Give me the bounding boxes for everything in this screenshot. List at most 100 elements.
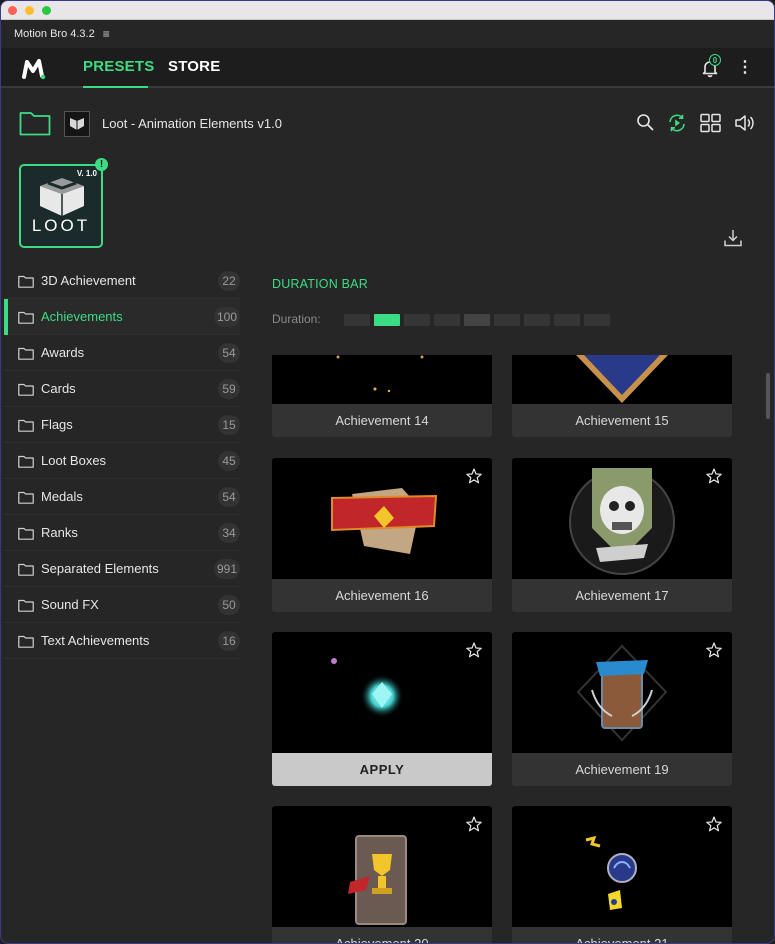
pack-header: Loot - Animation Elements v1.0 <box>1 106 774 142</box>
sidebar-item-separated-elements[interactable]: Separated Elements 991 <box>4 551 240 587</box>
sidebar-item-count: 54 <box>218 343 240 363</box>
preset-card[interactable]: Achievement 17 <box>512 458 732 612</box>
preset-thumbnail <box>272 355 492 404</box>
duration-segment[interactable] <box>524 314 550 326</box>
preset-card[interactable]: Achievement 20 <box>272 806 492 943</box>
duration-segment[interactable] <box>494 314 520 326</box>
pack-card[interactable]: V. 1.0 LOOT <box>19 164 103 248</box>
app-title: Motion Bro 4.3.2 <box>14 28 95 40</box>
zoom-window-button[interactable] <box>42 5 51 15</box>
volume-icon[interactable] <box>734 113 756 133</box>
folder-icon[interactable] <box>19 110 51 136</box>
sidebar-item-count: 15 <box>218 415 240 435</box>
sidebar-item-count: 45 <box>218 451 240 471</box>
grid-view-icon[interactable] <box>700 113 721 133</box>
sidebar-item-label: Awards <box>41 345 85 360</box>
duration-segment[interactable] <box>404 314 430 326</box>
preset-thumbnail <box>272 632 492 753</box>
duration-segment[interactable] <box>554 314 580 326</box>
preset-label: Achievement 21 <box>512 927 732 943</box>
star-icon[interactable] <box>706 468 722 484</box>
motion-bro-logo[interactable] <box>22 58 46 80</box>
sidebar-item-3d-achievement[interactable]: 3D Achievement 22 <box>4 263 240 299</box>
sidebar-item-label: Ranks <box>41 525 78 540</box>
star-icon[interactable] <box>466 468 482 484</box>
duration-segment[interactable] <box>434 314 460 326</box>
star-icon[interactable] <box>706 642 722 658</box>
preset-thumbnail <box>512 632 732 753</box>
folder-icon <box>18 491 34 504</box>
folder-icon <box>18 455 34 468</box>
sidebar-item-sound-fx[interactable]: Sound FX 50 <box>4 587 240 623</box>
sidebar-item-count: 34 <box>218 523 240 543</box>
preset-card[interactable]: Achievement 15 <box>512 355 732 437</box>
folder-icon <box>18 419 34 432</box>
duration-segment[interactable] <box>344 314 370 326</box>
title-bar <box>1 1 774 20</box>
sidebar-item-cards[interactable]: Cards 59 <box>4 371 240 407</box>
preset-card[interactable]: Achievement 14 <box>272 355 492 437</box>
folder-icon <box>18 383 34 396</box>
pack-thumbnail <box>64 111 90 137</box>
sidebar-item-count: 59 <box>218 379 240 399</box>
folder-icon <box>18 563 34 576</box>
sidebar-item-achievements[interactable]: Achievements 100 <box>4 299 240 335</box>
update-badge: ! <box>95 158 108 171</box>
sidebar-item-count: 22 <box>218 271 240 291</box>
preset-thumbnail <box>512 806 732 927</box>
preset-card[interactable]: Achievement 21 <box>512 806 732 943</box>
duration-segment-active[interactable] <box>374 314 400 326</box>
duration-segment[interactable] <box>584 314 610 326</box>
preset-card[interactable]: APPLY <box>272 632 492 786</box>
preset-card[interactable]: Achievement 16 <box>272 458 492 612</box>
sidebar-item-label: Achievements <box>41 309 123 324</box>
preset-grid: Achievement 14 Achievement 15 Achievemen… <box>256 355 756 943</box>
sidebar-item-label: Flags <box>41 417 73 432</box>
category-sidebar: 3D Achievement 22 Achievements 100 Award… <box>4 263 240 659</box>
sidebar-item-label: Text Achievements <box>41 633 150 648</box>
folder-icon <box>18 311 34 324</box>
sidebar-item-count: 100 <box>213 307 240 327</box>
sidebar-item-label: Separated Elements <box>41 561 159 576</box>
preset-label: Achievement 14 <box>335 413 429 428</box>
folder-icon <box>18 275 34 288</box>
sidebar-item-loot-boxes[interactable]: Loot Boxes 45 <box>4 443 240 479</box>
close-window-button[interactable] <box>8 5 17 15</box>
sidebar-item-text-achievements[interactable]: Text Achievements 16 <box>4 623 240 659</box>
folder-icon <box>18 347 34 360</box>
section-title: DURATION BAR <box>272 277 368 291</box>
preset-label: Achievement 17 <box>575 588 669 603</box>
apply-button[interactable]: APPLY <box>272 753 492 786</box>
preset-label: Achievement 16 <box>335 588 429 603</box>
sidebar-item-ranks[interactable]: Ranks 34 <box>4 515 240 551</box>
tab-store[interactable]: STORE <box>168 58 220 75</box>
preset-thumbnail <box>272 458 492 579</box>
hamburger-icon[interactable]: ≡ <box>103 27 110 41</box>
preset-label: Achievement 19 <box>575 762 669 777</box>
notification-badge: 0 <box>709 54 721 66</box>
star-icon[interactable] <box>706 816 722 832</box>
sidebar-item-label: Cards <box>41 381 76 396</box>
sidebar-item-count: 50 <box>218 595 240 615</box>
preset-label: Achievement 15 <box>575 413 669 428</box>
minimize-window-button[interactable] <box>25 5 34 15</box>
tab-presets[interactable]: PRESETS <box>83 58 154 75</box>
sidebar-item-label: 3D Achievement <box>41 273 136 288</box>
kebab-icon[interactable]: ⋮ <box>737 60 753 76</box>
duration-segment[interactable] <box>464 314 490 326</box>
sidebar-item-flags[interactable]: Flags 15 <box>4 407 240 443</box>
preset-label: Achievement 20 <box>272 927 492 943</box>
sidebar-item-awards[interactable]: Awards 54 <box>4 335 240 371</box>
star-icon[interactable] <box>466 816 482 832</box>
preset-card[interactable]: Achievement 19 <box>512 632 732 786</box>
preset-thumbnail <box>512 458 732 579</box>
pack-title: Loot - Animation Elements v1.0 <box>102 116 282 131</box>
nav-bar: PRESETS STORE 0 ⋮ <box>1 48 774 88</box>
sidebar-item-medals[interactable]: Medals 54 <box>4 479 240 515</box>
grid-scrollbar[interactable] <box>766 373 770 419</box>
search-icon[interactable] <box>636 113 654 133</box>
star-icon[interactable] <box>466 642 482 658</box>
sync-icon[interactable] <box>667 113 687 133</box>
download-icon[interactable] <box>723 228 743 248</box>
sidebar-item-label: Medals <box>41 489 83 504</box>
